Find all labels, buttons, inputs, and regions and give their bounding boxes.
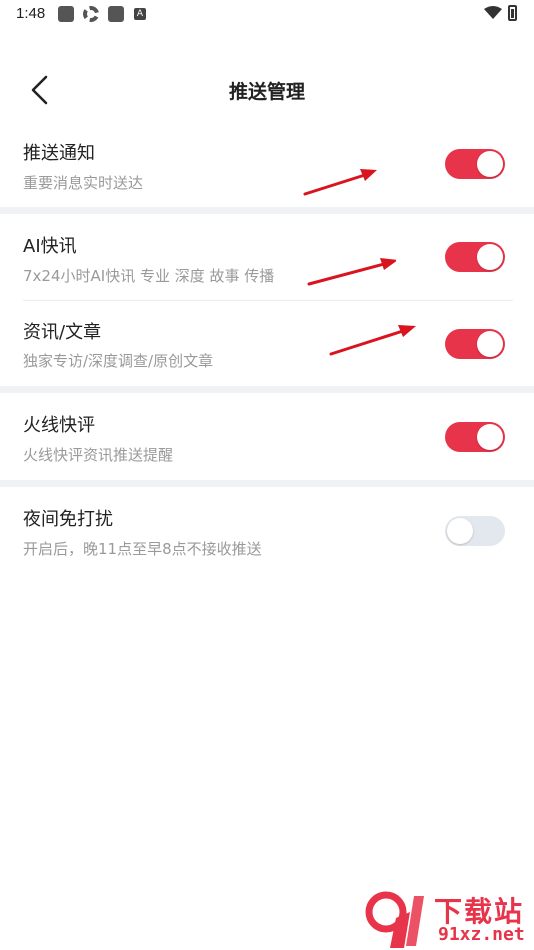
wifi-icon — [484, 6, 502, 19]
page-title: 推送管理 — [228, 81, 305, 103]
notification-app-icon-2 — [108, 6, 124, 22]
watermark: 下载站 91xz.net — [360, 888, 534, 950]
watermark-logo-icon — [365, 891, 424, 948]
setting-subtitle: 7x24小时AI快讯 专业 深度 故事 传播 — [23, 267, 275, 285]
annotation-arrow-3 — [329, 325, 416, 356]
sync-icon — [83, 6, 99, 22]
notification-app-icon — [58, 6, 74, 22]
status-bar: 1:48 A — [0, 0, 534, 30]
annotation-arrow-1 — [303, 169, 377, 196]
setting-subtitle: 火线快评资讯推送提醒 — [23, 446, 174, 464]
toggle-switch-ai-news[interactable] — [445, 242, 505, 272]
toggle-switch-do-not-disturb[interactable] — [445, 516, 505, 546]
section-content-push: AI快讯 7x24小时AI快讯 专业 深度 故事 传播 资讯/文章 独家专访/深… — [0, 214, 534, 386]
toggle-knob — [477, 424, 503, 450]
toggle-knob — [447, 518, 473, 544]
setting-subtitle: 开启后，晚11点至早8点不接收推送 — [23, 540, 262, 558]
battery-icon — [508, 5, 517, 21]
section-divider — [0, 480, 534, 487]
setting-row-ai-news: AI快讯 7x24小时AI快讯 专业 深度 故事 传播 — [0, 214, 534, 300]
setting-title: 夜间免打扰 — [23, 509, 113, 530]
setting-title: 资讯/文章 — [23, 322, 102, 343]
section-divider — [0, 386, 534, 393]
setting-row-push-notification: 推送通知 重要消息实时送达 — [0, 130, 534, 207]
section-push-notification: 推送通知 重要消息实时送达 — [0, 130, 534, 207]
section-divider — [0, 207, 534, 214]
annotation-arrow-2 — [307, 258, 396, 286]
setting-subtitle: 重要消息实时送达 — [23, 174, 144, 192]
setting-row-articles: 资讯/文章 独家专访/深度调查/原创文章 — [0, 301, 534, 386]
setting-title: AI快讯 — [23, 236, 77, 257]
section-do-not-disturb: 夜间免打扰 开启后，晚11点至早8点不接收推送 — [0, 487, 534, 577]
setting-row-quick-comment: 火线快评 火线快评资讯推送提醒 — [0, 393, 534, 480]
toggle-switch-quick-comment[interactable] — [445, 422, 505, 452]
toggle-switch-push-notification[interactable] — [445, 149, 505, 179]
setting-title: 推送通知 — [23, 143, 95, 164]
header: 推送管理 — [0, 60, 534, 118]
setting-title: 火线快评 — [23, 415, 95, 436]
toggle-knob — [477, 244, 503, 270]
watermark-url: 91xz.net — [438, 924, 525, 945]
status-time: 1:48 — [16, 5, 46, 22]
setting-subtitle: 独家专访/深度调查/原创文章 — [23, 352, 214, 370]
toggle-knob — [477, 331, 503, 357]
toggle-knob — [477, 151, 503, 177]
section-quick-comment: 火线快评 火线快评资讯推送提醒 — [0, 393, 534, 480]
font-indicator-icon: A — [134, 8, 146, 20]
setting-row-do-not-disturb: 夜间免打扰 开启后，晚11点至早8点不接收推送 — [0, 487, 534, 577]
toggle-switch-articles[interactable] — [445, 329, 505, 359]
